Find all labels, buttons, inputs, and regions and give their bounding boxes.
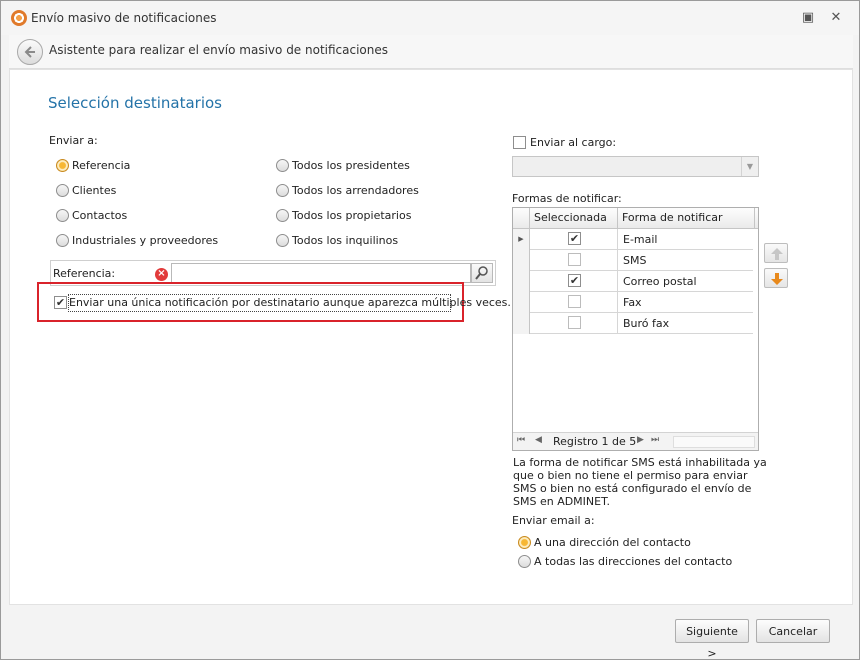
- row-name: SMS: [623, 254, 647, 267]
- prev-record-icon[interactable]: ◀: [535, 435, 542, 445]
- radio-arrendadores[interactable]: [276, 184, 289, 197]
- radio-inquilinos-label: Todos los inquilinos: [292, 234, 399, 247]
- table-row[interactable]: Buró fax: [513, 313, 753, 334]
- email-label: Enviar email a:: [512, 514, 595, 527]
- referencia-input[interactable]: [171, 263, 471, 283]
- radio-contactos[interactable]: [56, 209, 69, 222]
- radio-contactos-label: Contactos: [72, 209, 128, 222]
- table-row[interactable]: ▶ ✔ E-mail: [513, 229, 753, 250]
- grid-header: Seleccionada Forma de notificar: [513, 208, 758, 229]
- row-indicator: [513, 313, 530, 334]
- unique-notification-label: Enviar una única notificación por destin…: [69, 296, 511, 309]
- error-icon: ×: [155, 268, 168, 281]
- radio-clientes-label: Clientes: [72, 184, 117, 197]
- formas-label: Formas de notificar:: [512, 192, 622, 205]
- radio-email-una-label: A una dirección del contacto: [534, 536, 691, 549]
- row-name: Buró fax: [623, 317, 670, 330]
- row-indicator: [513, 250, 530, 271]
- row-name: E-mail: [623, 233, 658, 246]
- chevron-down-icon: ▼: [741, 157, 758, 176]
- radio-propietarios[interactable]: [276, 209, 289, 222]
- table-row[interactable]: SMS: [513, 250, 753, 271]
- row-select-checkbox[interactable]: [568, 253, 581, 266]
- restore-button[interactable]: ▣: [799, 9, 817, 27]
- radio-referencia[interactable]: [56, 159, 69, 172]
- table-row[interactable]: Fax: [513, 292, 753, 313]
- row-select-cell: ✔: [530, 229, 618, 250]
- arrow-up-icon: [771, 248, 783, 260]
- radio-email-todas[interactable]: [518, 555, 531, 568]
- move-down-button[interactable]: [764, 268, 788, 288]
- column-header-forma[interactable]: Forma de notificar: [618, 208, 755, 229]
- radio-industriales[interactable]: [56, 234, 69, 247]
- grid-corner: [513, 208, 530, 229]
- back-button[interactable]: [17, 39, 43, 65]
- row-indicator: [513, 292, 530, 313]
- row-indicator: [513, 271, 530, 292]
- wizard-header-text: Asistente para realizar el envío masivo …: [49, 43, 389, 57]
- row-select-cell: [530, 313, 618, 334]
- radio-industriales-label: Industriales y proveedores: [72, 234, 219, 247]
- row-select-checkbox[interactable]: [568, 295, 581, 308]
- last-record-icon[interactable]: ⏭: [651, 435, 659, 445]
- next-record-icon[interactable]: ▶: [637, 435, 644, 445]
- referencia-label: Referencia:: [53, 267, 116, 280]
- radio-inquilinos[interactable]: [276, 234, 289, 247]
- sms-note: La forma de notificar SMS está inhabilit…: [513, 456, 767, 508]
- radio-arrendadores-label: Todos los arrendadores: [292, 184, 419, 197]
- row-select-cell: ✔: [530, 271, 618, 292]
- row-indicator-icon: ▶: [513, 229, 530, 250]
- radio-clientes[interactable]: [56, 184, 69, 197]
- radio-email-todas-label: A todas las direcciones del contacto: [534, 555, 733, 568]
- table-row[interactable]: ✔ Correo postal: [513, 271, 753, 292]
- row-select-checkbox[interactable]: ✔: [568, 274, 581, 287]
- horizontal-scrollbar[interactable]: [673, 436, 755, 448]
- enviar-a-label: Enviar a:: [49, 134, 98, 147]
- row-select-cell: [530, 292, 618, 313]
- section-title: Selección destinatarios: [48, 94, 222, 112]
- first-record-icon[interactable]: ⏮: [517, 435, 525, 445]
- formas-grid: Seleccionada Forma de notificar ▶ ✔ E-ma…: [512, 207, 759, 451]
- move-up-button[interactable]: [764, 243, 788, 263]
- search-icon: [475, 266, 488, 280]
- app-logo-icon: [11, 10, 27, 26]
- row-select-cell: [530, 250, 618, 271]
- wizard-header: Asistente para realizar el envío masivo …: [9, 35, 853, 69]
- wizard-content: Selección destinatarios Enviar a: Refere…: [9, 69, 853, 605]
- arrow-left-icon: [24, 46, 35, 58]
- row-name: Fax: [623, 296, 642, 309]
- row-select-checkbox[interactable]: [568, 316, 581, 329]
- cancel-button[interactable]: Cancelar: [756, 619, 830, 643]
- radio-presidentes[interactable]: [276, 159, 289, 172]
- radio-referencia-label: Referencia: [72, 159, 131, 172]
- column-header-seleccionada[interactable]: Seleccionada: [530, 208, 618, 229]
- radio-email-una[interactable]: [518, 536, 531, 549]
- row-name: Correo postal: [623, 275, 697, 288]
- cargo-select[interactable]: ▼: [512, 156, 759, 177]
- unique-notification-checkbox[interactable]: ✔: [54, 296, 67, 309]
- next-button[interactable]: Siguiente >: [675, 619, 749, 660]
- close-button[interactable]: ✕: [827, 9, 845, 27]
- wizard-footer: Siguiente > Cancelar: [9, 605, 853, 660]
- title-bar: Envío masivo de notificaciones ▣ ✕: [1, 1, 859, 35]
- radio-propietarios-label: Todos los propietarios: [292, 209, 412, 222]
- cargo-label: Enviar al cargo:: [530, 136, 617, 149]
- search-button[interactable]: [471, 263, 493, 283]
- dialog-window: Envío masivo de notificaciones ▣ ✕ Asist…: [0, 0, 860, 660]
- record-counter: Registro 1 de 5: [553, 435, 637, 448]
- row-select-checkbox[interactable]: ✔: [568, 232, 581, 245]
- cargo-checkbox[interactable]: [513, 136, 526, 149]
- grid-navigator: ⏮ ◀ Registro 1 de 5 ▶ ⏭: [513, 432, 758, 450]
- radio-presidentes-label: Todos los presidentes: [292, 159, 410, 172]
- window-title: Envío masivo de notificaciones: [31, 11, 217, 25]
- arrow-down-icon: [771, 273, 783, 285]
